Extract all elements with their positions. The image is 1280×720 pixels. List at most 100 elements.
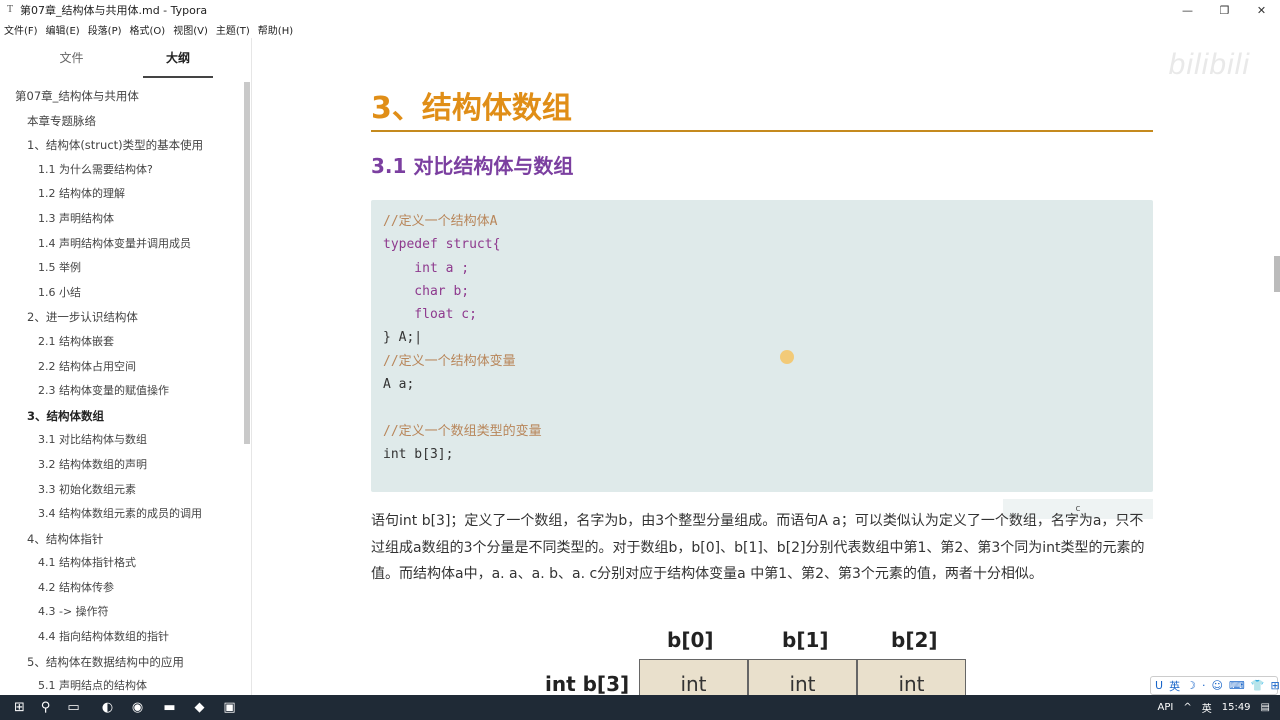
keyboard-icon[interactable]: ⌨ bbox=[1229, 679, 1245, 692]
outline-item[interactable]: 4.2 结构体传参 bbox=[0, 576, 244, 601]
sidebar-tabs: 文件 大纲 bbox=[0, 38, 251, 78]
search-icon[interactable]: ⚲ bbox=[36, 698, 55, 717]
menu-edit[interactable]: 编辑(E) bbox=[46, 22, 80, 37]
outline-item[interactable]: 3、结构体数组 bbox=[0, 404, 244, 429]
editor-scrollbar[interactable] bbox=[1274, 256, 1280, 292]
code-keyword: typedef struct{ bbox=[383, 237, 501, 253]
outline-item[interactable]: 3.2 结构体数组的声明 bbox=[0, 453, 244, 478]
menu-file[interactable]: 文件(F) bbox=[4, 22, 38, 37]
outline-item[interactable]: 2、进一步认识结构体 bbox=[0, 305, 244, 330]
outline-item[interactable]: 1.1 为什么需要结构体? bbox=[0, 158, 244, 183]
code-line: int b[3]; bbox=[383, 446, 454, 462]
tray-chevron-icon[interactable]: ^ bbox=[1183, 702, 1191, 713]
sidebar: 文件 大纲 第07章_结构体与共用体 本章专题脉络 1、结构体(struct)类型的… bbox=[0, 38, 252, 695]
code-line: char b; bbox=[383, 280, 1141, 303]
taskbar: ⊞ ⚲ ▭ ◐ ◉ ▬ ◆ ▣ API ^ 英 15:49 ▤ bbox=[0, 695, 1280, 720]
ime-lang-toggle[interactable]: 英 bbox=[1169, 678, 1180, 694]
window-controls: — ❐ ✕ bbox=[1169, 0, 1280, 20]
title-bar: T 第07章_结构体与共用体.md - Typora — ❐ ✕ bbox=[0, 0, 1280, 20]
code-line: int a ; bbox=[383, 257, 1141, 280]
outline-item[interactable]: 4.4 指向结构体数组的指针 bbox=[0, 625, 244, 650]
mouse-cursor-highlight bbox=[780, 350, 794, 364]
ime-logo-icon[interactable]: U bbox=[1155, 679, 1163, 692]
outline-item[interactable]: 3.1 对比结构体与数组 bbox=[0, 428, 244, 453]
outline-item[interactable]: 1.4 声明结构体变量并调用成员 bbox=[0, 232, 244, 257]
outline-item[interactable]: 4.3 -> 操作符 bbox=[0, 600, 244, 625]
heading-h3[interactable]: 3.1 对比结构体与数组 bbox=[371, 150, 573, 179]
array-cells: int int int bbox=[639, 659, 966, 695]
task-view-icon[interactable]: ▭ bbox=[64, 698, 83, 717]
tray-api[interactable]: API bbox=[1158, 702, 1174, 713]
outline-item[interactable]: 5、结构体在数据结构中的应用 bbox=[0, 650, 244, 675]
typora-app-icon: T bbox=[6, 4, 14, 15]
chrome-icon[interactable]: ◉ bbox=[128, 698, 147, 717]
editor-area[interactable]: bilibili 3、结构体数组 3.1 对比结构体与数组 //定义一个结构体A… bbox=[253, 38, 1280, 695]
outline-item[interactable]: 1.2 结构体的理解 bbox=[0, 182, 244, 207]
menu-bar: 文件(F) 编辑(E) 段落(P) 格式(O) 视图(V) 主题(T) 帮助(H… bbox=[0, 20, 1280, 38]
code-block[interactable]: //定义一个结构体A typedef struct{ int a ; char b… bbox=[371, 200, 1153, 492]
emoji-icon[interactable]: ☺ bbox=[1211, 679, 1222, 692]
outline-list: 第07章_结构体与共用体 本章专题脉络 1、结构体(struct)类型的基本使用 1.… bbox=[0, 84, 244, 699]
skin-icon[interactable]: 👕 bbox=[1251, 679, 1265, 692]
array-cell: int bbox=[748, 659, 857, 695]
outline-item[interactable]: 第07章_结构体与共用体 bbox=[0, 84, 244, 109]
close-button[interactable]: ✕ bbox=[1243, 0, 1280, 20]
code-keyword: float c; bbox=[383, 307, 477, 323]
outline-item[interactable]: 3.4 结构体数组元素的成员的调用 bbox=[0, 502, 244, 527]
array-row-label: int b[3] bbox=[545, 672, 630, 695]
paragraph[interactable]: 语句int b[3]；定义了一个数组，名字为b，由3个整型分量组成。而语句A a… bbox=[371, 508, 1153, 588]
code-line: typedef struct{ bbox=[383, 233, 1141, 256]
outline-item[interactable]: 1.5 举例 bbox=[0, 256, 244, 281]
typora-taskbar-icon[interactable]: ▣ bbox=[220, 698, 239, 717]
code-line: } A;| bbox=[383, 330, 423, 346]
outline-item[interactable]: 2.1 结构体嵌套 bbox=[0, 330, 244, 355]
outline-item[interactable]: 4、结构体指针 bbox=[0, 527, 244, 552]
outline-item[interactable]: 1.3 声明结构体 bbox=[0, 207, 244, 232]
array-cell: int bbox=[857, 659, 966, 695]
code-line: //定义一个结构体变量 bbox=[383, 353, 516, 369]
heading-h2[interactable]: 3、结构体数组 bbox=[371, 90, 1153, 132]
folder-icon[interactable]: ▬ bbox=[160, 698, 179, 717]
code-keyword: char b; bbox=[383, 283, 470, 299]
code-line: A a; bbox=[383, 377, 415, 393]
bilibili-watermark: bilibili bbox=[1168, 48, 1250, 81]
restore-button[interactable]: ❐ bbox=[1206, 0, 1243, 20]
code-line: //定义一个数组类型的变量 bbox=[383, 423, 542, 439]
menu-format[interactable]: 格式(O) bbox=[130, 22, 166, 37]
menu-help[interactable]: 帮助(H) bbox=[258, 22, 293, 37]
ime-toolbar: U 英 ☽ · ☺ ⌨ 👕 ⊞ bbox=[1150, 676, 1280, 695]
array-header-b2: b[2] bbox=[891, 628, 938, 652]
ide-icon[interactable]: ◆ bbox=[190, 698, 209, 717]
outline-item[interactable]: 1.6 小结 bbox=[0, 281, 244, 306]
grid-icon[interactable]: ⊞ bbox=[1271, 679, 1280, 692]
clock[interactable]: 15:49 bbox=[1222, 702, 1251, 713]
tray-lang[interactable]: 英 bbox=[1202, 700, 1212, 715]
menu-view[interactable]: 视图(V) bbox=[173, 22, 208, 37]
notification-icon[interactable]: ▤ bbox=[1261, 702, 1270, 713]
array-header-b0: b[0] bbox=[667, 628, 714, 652]
code-keyword: int a ; bbox=[383, 260, 470, 276]
tab-files[interactable]: 文件 bbox=[0, 38, 143, 78]
sidebar-scrollbar[interactable] bbox=[244, 82, 250, 444]
windows-start-icon[interactable]: ⊞ bbox=[10, 698, 29, 717]
outline-item[interactable]: 4.1 结构体指针格式 bbox=[0, 551, 244, 576]
outline-item[interactable]: 2.3 结构体变量的赋值操作 bbox=[0, 379, 244, 404]
outline-item[interactable]: 3.3 初始化数组元素 bbox=[0, 478, 244, 503]
array-header-b1: b[1] bbox=[782, 628, 829, 652]
menu-paragraph[interactable]: 段落(P) bbox=[88, 22, 122, 37]
system-tray: API ^ 英 15:49 ▤ bbox=[1158, 695, 1280, 720]
tab-outline[interactable]: 大纲 bbox=[143, 38, 213, 78]
array-cell: int bbox=[639, 659, 748, 695]
outline-item[interactable]: 1、结构体(struct)类型的基本使用 bbox=[0, 133, 244, 158]
moon-icon[interactable]: ☽ bbox=[1186, 679, 1196, 692]
code-line: //定义一个结构体A bbox=[383, 214, 498, 229]
outline-item[interactable]: 本章专题脉络 bbox=[0, 109, 244, 134]
punct-icon[interactable]: · bbox=[1202, 679, 1206, 692]
edge-icon[interactable]: ◐ bbox=[98, 698, 117, 717]
outline-item[interactable]: 2.2 结构体占用空间 bbox=[0, 355, 244, 380]
minimize-button[interactable]: — bbox=[1169, 0, 1206, 20]
menu-theme[interactable]: 主题(T) bbox=[216, 22, 250, 37]
code-line: float c; bbox=[383, 303, 1141, 326]
window-title: 第07章_结构体与共用体.md - Typora bbox=[20, 4, 208, 17]
